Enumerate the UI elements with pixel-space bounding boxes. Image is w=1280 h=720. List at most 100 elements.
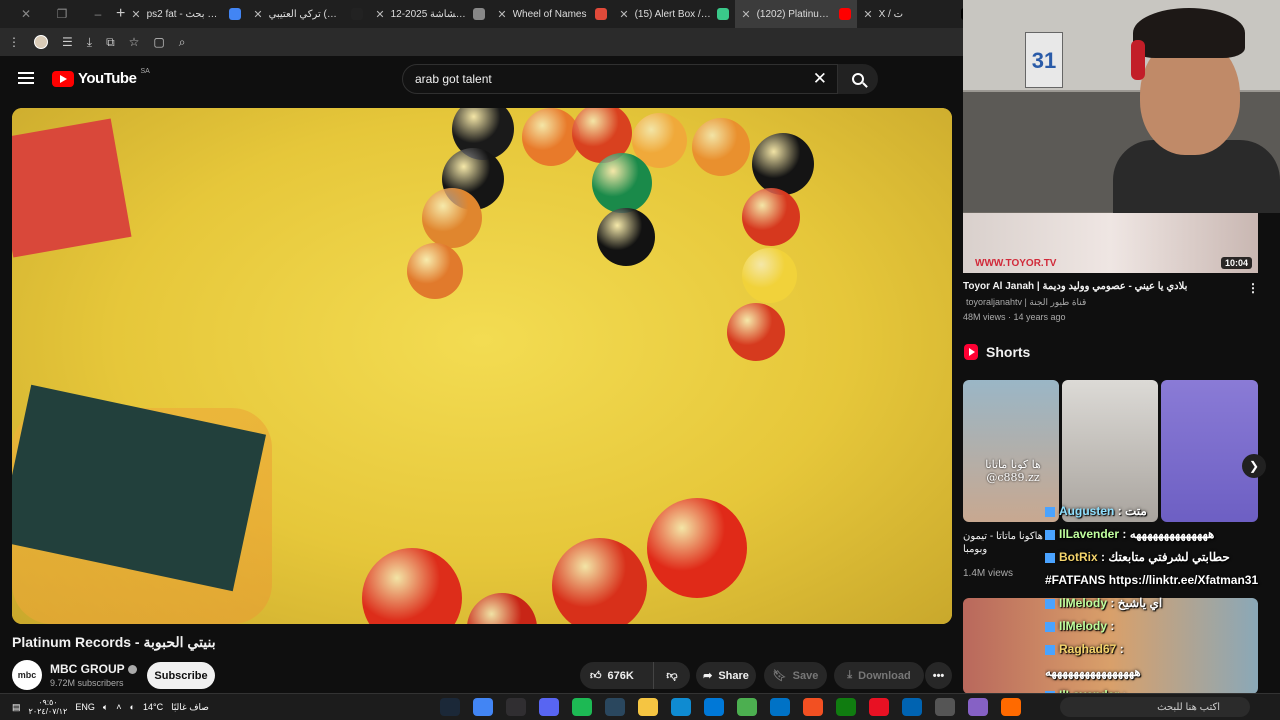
tab-favicon-icon [229, 8, 242, 20]
candy-sphere [742, 248, 797, 303]
candy-sphere [592, 153, 652, 213]
candy-sphere [742, 188, 800, 246]
clear-search-icon[interactable]: ✕ [813, 69, 827, 89]
share-button[interactable]: ➦ Share [696, 662, 756, 689]
channel-avatar[interactable]: mbc [12, 660, 42, 690]
browser-tab[interactable]: ✕ X / ت [857, 0, 979, 28]
app-icon[interactable] [902, 698, 922, 716]
restore-window-icon[interactable]: ❐ [44, 7, 80, 21]
clock[interactable]: ٠٩:٥٠ ٢٠٢٤/٠٧/١٢ [29, 698, 68, 716]
discord-icon[interactable] [539, 698, 559, 716]
close-window-icon[interactable]: ✕ [8, 7, 44, 21]
chat-text: : ههههههههههههههه [1122, 527, 1215, 541]
video-player[interactable] [12, 108, 952, 624]
spotify-icon[interactable] [572, 698, 592, 716]
like-button[interactable]: 👍︎ 676K [580, 662, 654, 689]
obs-icon[interactable] [506, 698, 526, 716]
save-button[interactable]: 🔖︎ Save [764, 662, 827, 689]
chat-text: : [1110, 619, 1115, 633]
app-icon[interactable] [1001, 698, 1021, 716]
subscribe-button[interactable]: Subscribe [147, 662, 215, 689]
more-dots-icon: ••• [932, 669, 945, 682]
bookmark-star-icon[interactable]: ☆ [129, 35, 140, 49]
tab-favicon-icon [351, 8, 364, 20]
tab-close-icon[interactable]: ✕ [619, 8, 628, 21]
youtube-play-icon [52, 70, 74, 87]
cast-icon[interactable]: ▢ [153, 35, 164, 49]
verified-icon [127, 665, 137, 675]
speaker-icon[interactable]: 🔈︎ [103, 702, 108, 713]
xbox-icon[interactable] [836, 698, 856, 716]
tab-close-icon[interactable]: ✕ [375, 8, 384, 21]
minecraft-icon[interactable] [737, 698, 757, 716]
thumbs-up-icon: 👍︎ [590, 670, 602, 682]
tab-close-icon[interactable]: ✕ [863, 8, 872, 21]
recommended-thumbnail[interactable]: WWW.TOYOR.TV 10:04 [963, 213, 1258, 273]
search-button[interactable] [838, 64, 878, 94]
reading-list-icon[interactable]: ☰ [62, 35, 73, 49]
minimize-window-icon[interactable]: – [80, 7, 116, 21]
new-tab-button[interactable]: + [116, 5, 125, 23]
tray-overflow-icon[interactable]: ˄ [116, 702, 121, 712]
download-button[interactable]: ⤓ Download [834, 662, 924, 689]
chrome-icon[interactable] [473, 698, 493, 716]
copilot-icon[interactable] [968, 698, 988, 716]
browser-tab[interactable]: ✕ (1202) Platinum R [735, 0, 858, 28]
chat-username: Raghad67 [1059, 642, 1117, 656]
taskbar-search-input[interactable]: اكتب هنا للبحث [1060, 697, 1250, 717]
notification-icon[interactable]: ▤ [12, 702, 21, 713]
mail-icon[interactable] [770, 698, 790, 716]
browser-tab[interactable]: ✕ تركي العتيبي (@z6ij) [247, 0, 369, 28]
short-title[interactable]: هاكونا ماتاتا - تيمون وبومبا [963, 530, 1053, 556]
country-code: SA [140, 68, 150, 75]
browser-tab[interactable]: ✕ (15) Alert Box / Strea [613, 0, 735, 28]
shorts-next-button[interactable]: ❯ [1242, 454, 1266, 478]
chat-badge-icon [1045, 506, 1055, 517]
chat-message: BotRix : حطابتي لشرفتي متابعتك [1045, 546, 1280, 569]
tab-close-icon[interactable]: ✕ [497, 8, 506, 21]
chat-text: ههههههههههههههههه [1045, 665, 1141, 679]
thumbs-down-icon: 👎︎ [666, 670, 678, 682]
language-indicator[interactable]: ENG [75, 702, 95, 712]
menu-dots-icon[interactable]: ⋮ [8, 35, 20, 49]
headphones [1131, 40, 1145, 80]
edge-icon[interactable] [671, 698, 691, 716]
dislike-button[interactable]: 👎︎ [654, 669, 690, 682]
save-label: Save [792, 669, 819, 682]
recommended-title[interactable]: Toyor Al Janah | بلادي يا عيني - عصومي و… [963, 281, 1243, 292]
browser-tab[interactable]: ✕ Wheel of Names [491, 0, 613, 28]
weather-desc[interactable]: صاف غالبًا [171, 702, 209, 713]
tab-close-icon[interactable]: ✕ [253, 8, 262, 21]
youtube-logo[interactable]: YouTube SA [52, 68, 150, 87]
settings-icon[interactable] [935, 698, 955, 716]
steam-icon[interactable] [605, 698, 625, 716]
extensions-icon[interactable]: ⧉ [106, 35, 115, 50]
search-input[interactable]: arab got talent ✕ [402, 64, 838, 94]
webcam-overlay: 31 [963, 0, 1280, 213]
tab-close-icon[interactable]: ✕ [131, 8, 140, 21]
zoom-icon[interactable]: ⌕ [179, 35, 186, 50]
app-icon[interactable] [869, 698, 889, 716]
taskbar-search-placeholder: اكتب هنا للبحث [1157, 701, 1220, 713]
hamburger-menu-icon[interactable] [18, 72, 34, 84]
profile-avatar[interactable] [34, 35, 48, 49]
taskbar: ▤ ٠٩:٥٠ ٢٠٢٤/٠٧/١٢ ENG 🔈︎ ˄ ◐ 14°C صاف غ… [0, 693, 1280, 720]
share-label: Share [718, 669, 749, 682]
thumbnail-watermark: WWW.TOYOR.TV [975, 258, 1057, 269]
channel-name[interactable]: MBC GROUP [50, 662, 137, 676]
steam-icon[interactable] [440, 698, 460, 716]
temperature[interactable]: 14°C [143, 702, 163, 712]
chat-badge-icon [1045, 644, 1055, 655]
download-icon[interactable]: ⤓ [87, 35, 92, 50]
browser-tab[interactable]: ✕ ps2 fat - بحث Google [125, 0, 247, 28]
tab-title: ps2 fat - بحث Google [146, 8, 224, 20]
more-actions-button[interactable]: ••• [925, 662, 952, 689]
file-explorer-icon[interactable] [638, 698, 658, 716]
tab-close-icon[interactable]: ✕ [741, 8, 750, 21]
browser-tab[interactable]: ✕ لقطة الشاشة 2025-12 [369, 0, 491, 28]
recommended-more-icon[interactable]: ⋮ [1247, 281, 1259, 295]
recommended-channel[interactable]: toyoraljanahtv | قناة طيور الجنة [966, 297, 1086, 308]
browser-toolbar: ⋮ ☰ ⤓ ⧉ ☆ ▢ ⌕ [0, 28, 963, 56]
vscode-icon[interactable] [704, 698, 724, 716]
store-icon[interactable] [803, 698, 823, 716]
